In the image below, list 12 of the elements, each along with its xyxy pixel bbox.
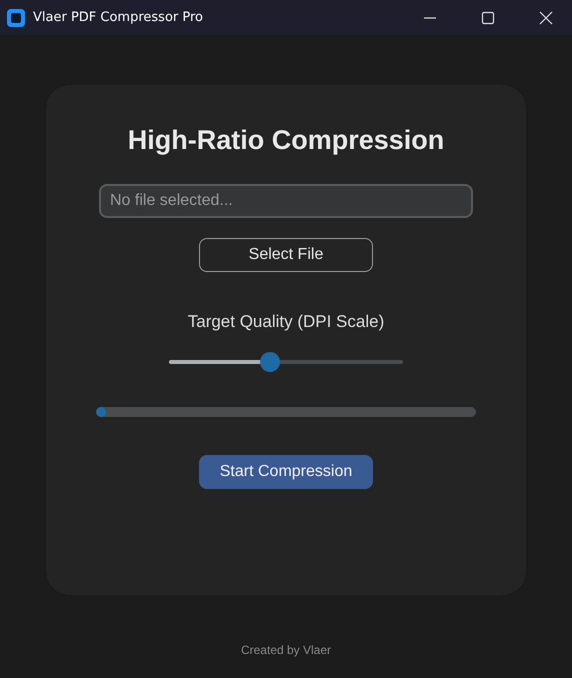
footer-credit: Created by Vlaer [240,643,332,657]
quality-label: Target Quality (DPI Scale) [188,312,384,332]
app-icon [7,8,25,26]
file-path-field[interactable]: No file selected... [99,184,473,218]
select-file-button[interactable]: Select File [199,238,373,272]
start-compression-button[interactable]: Start Compression [199,455,373,489]
card-title: High-Ratio Compression [128,124,444,157]
maximize-icon[interactable] [481,10,495,24]
slider-thumb[interactable] [260,352,280,372]
window-title: Vlaer PDF Compressor Pro [33,10,204,25]
quality-slider[interactable] [169,352,403,372]
close-icon[interactable] [539,10,553,24]
